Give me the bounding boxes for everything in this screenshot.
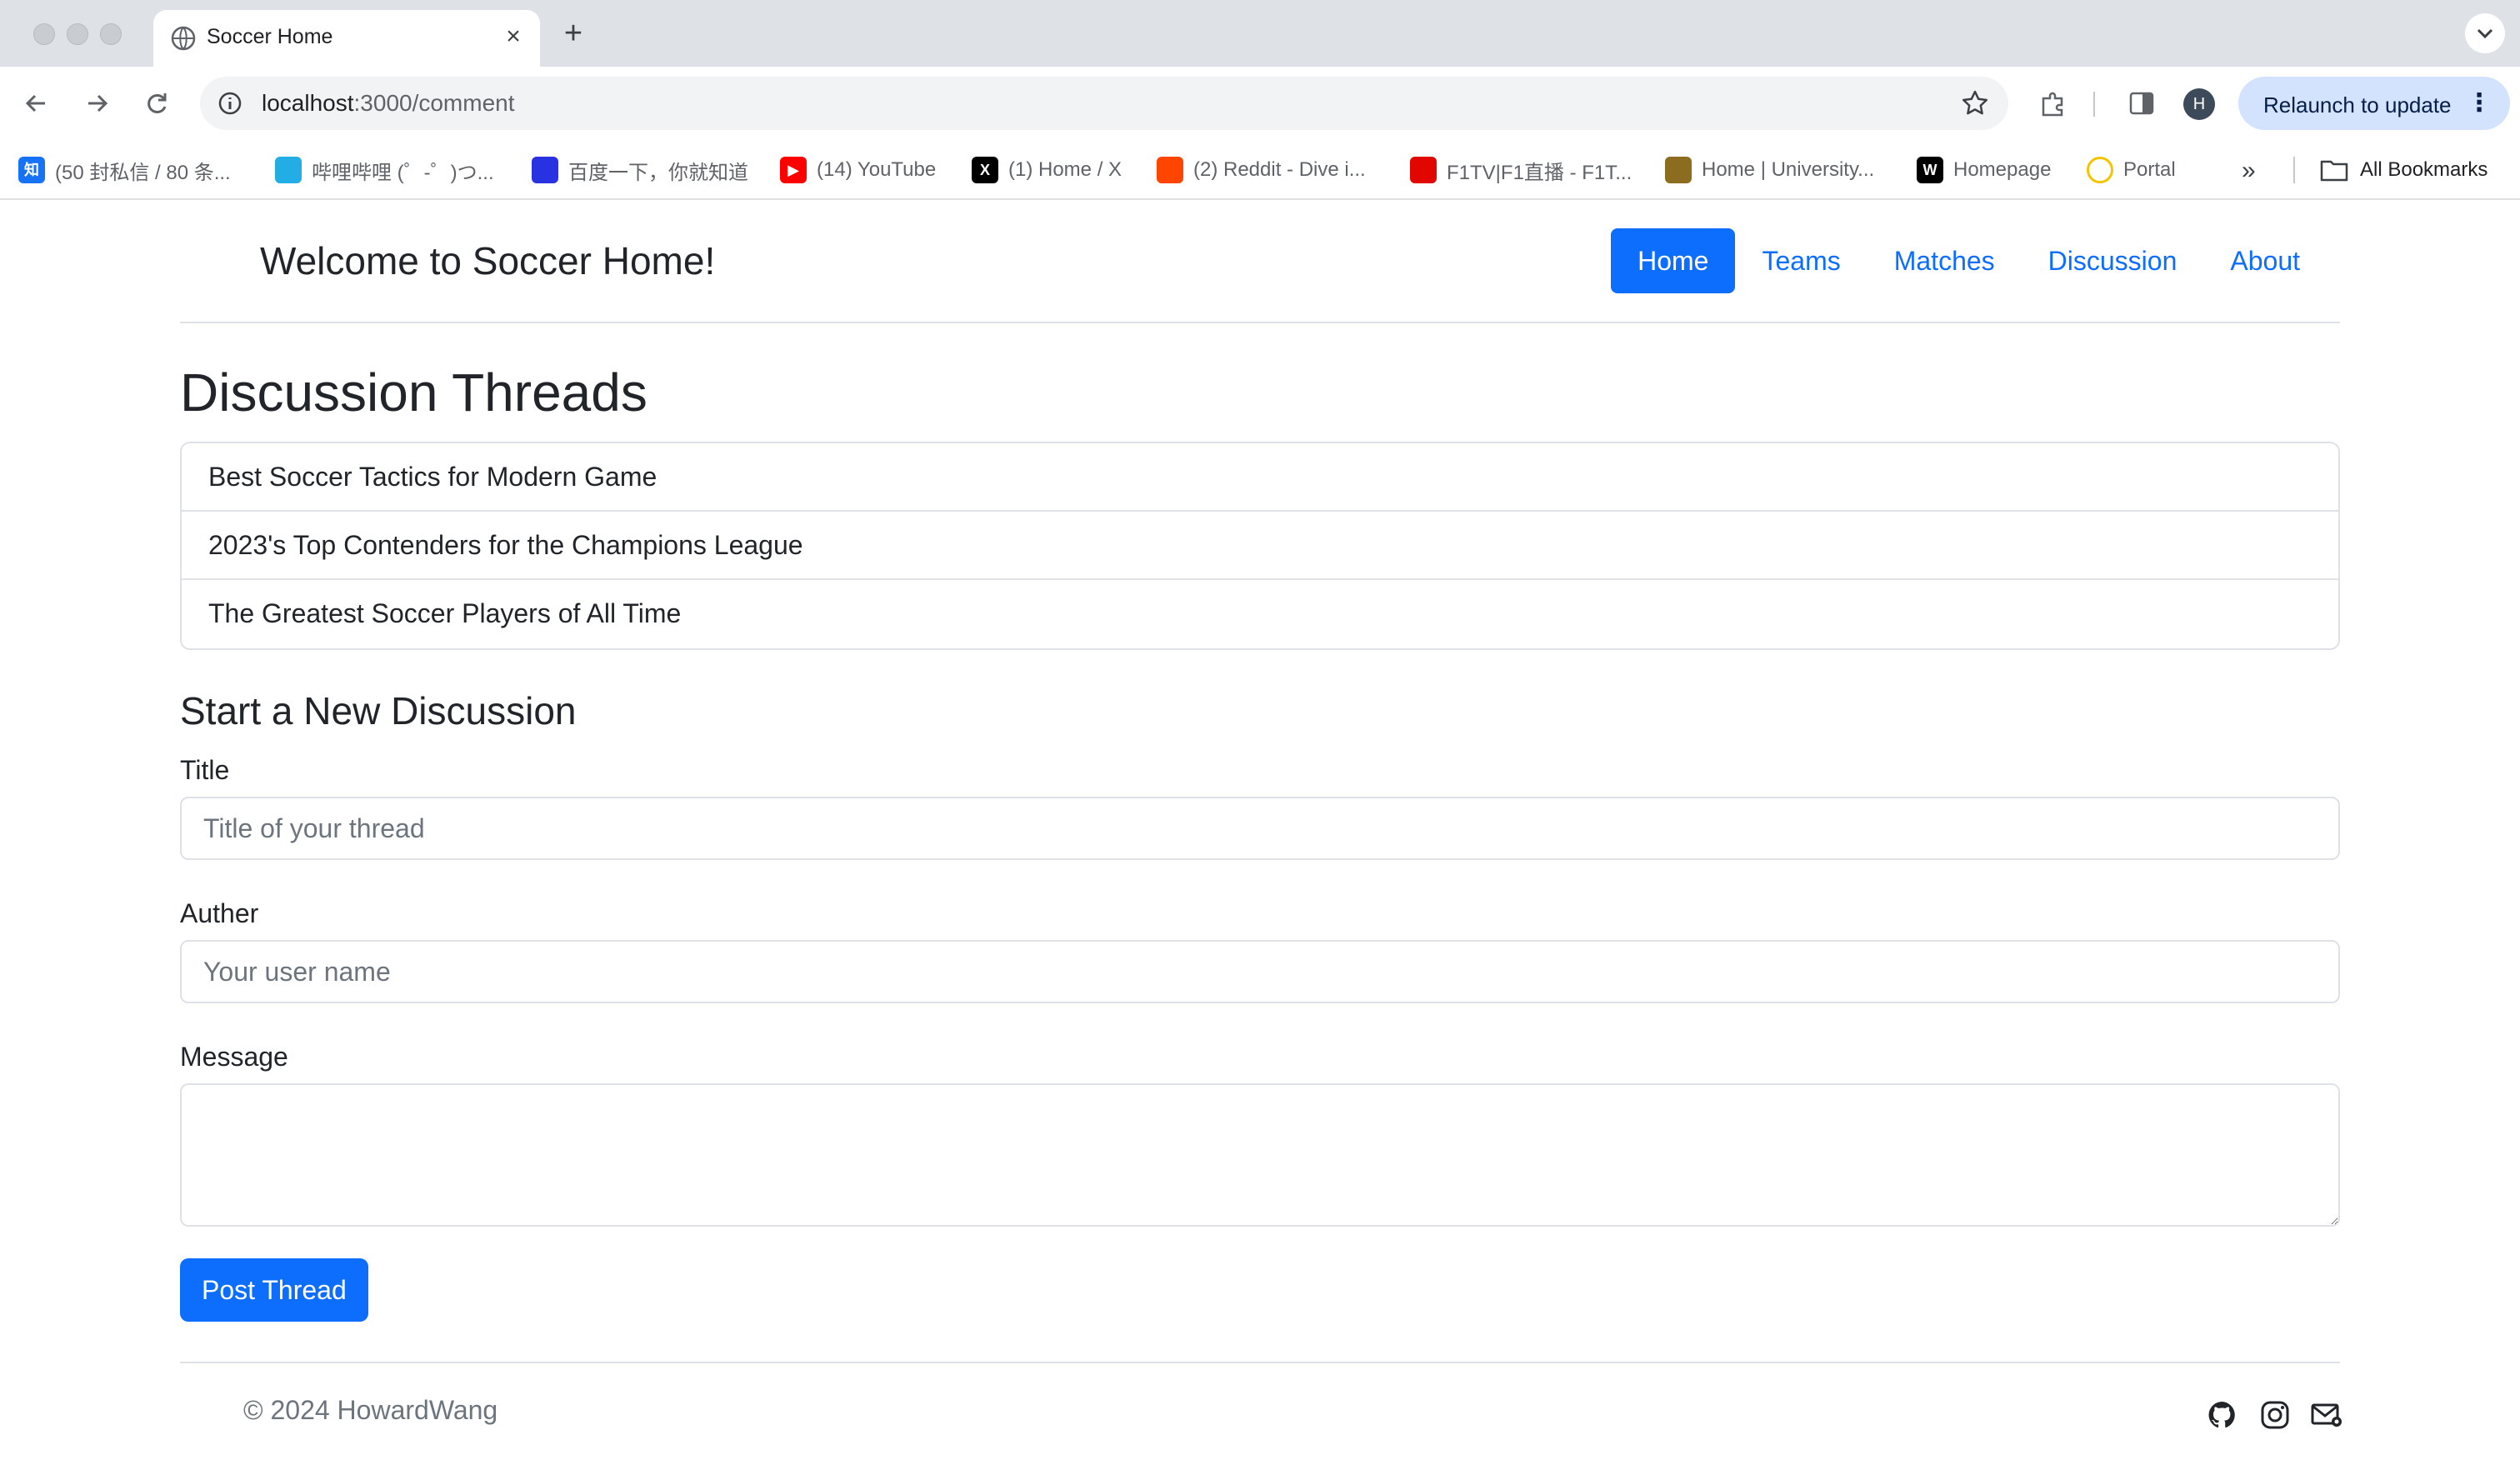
main-nav: Home Teams Matches Discussion About	[1611, 228, 2327, 293]
relaunch-button[interactable]: Relaunch to update ⋮	[2238, 77, 2510, 130]
toolbar-divider	[2093, 92, 2095, 117]
bilibili-icon	[275, 157, 302, 183]
relaunch-label: Relaunch to update	[2263, 92, 2452, 118]
portal-icon	[2087, 157, 2113, 183]
bookmark-item[interactable]: 知 (50 封私信 / 80 条...	[18, 153, 231, 187]
site-brand[interactable]: Welcome to Soccer Home!	[260, 238, 715, 283]
window-maximize-dot[interactable]	[100, 23, 122, 45]
baidu-icon	[532, 157, 558, 183]
nav-link-matches[interactable]: Matches	[1868, 228, 2022, 293]
bookmark-label: F1TV|F1直播 - F1T...	[1447, 161, 1632, 184]
nav-link-teams[interactable]: Teams	[1735, 228, 1867, 293]
bookmark-item[interactable]: F1TV|F1直播 - F1T...	[1410, 153, 1632, 187]
profile-avatar[interactable]: H	[2183, 88, 2215, 120]
bookmark-item[interactable]: Home | University...	[1665, 153, 1874, 187]
url-host: localhost	[262, 90, 354, 116]
active-tab[interactable]: Soccer Home ×	[153, 10, 540, 67]
bookmark-label: (2) Reddit - Dive i...	[1193, 158, 1366, 181]
post-thread-button[interactable]: Post Thread	[180, 1258, 368, 1322]
back-arrow-icon[interactable]	[18, 85, 55, 122]
bookmarks-bar: 知 (50 封私信 / 80 条... 哔哩哔哩 (゜-゜)つ... 百度一下，你就知…	[0, 140, 2520, 200]
bookmark-item[interactable]: ▶ (14) YouTube	[780, 153, 936, 187]
browser-toolbar: localhost:3000/comment H Relaunch to upd…	[0, 67, 2520, 140]
bookmarks-overflow-button[interactable]: »	[2242, 157, 2256, 185]
x-icon: X	[972, 157, 998, 183]
site-info-icon[interactable]	[217, 90, 243, 117]
nav-link-home[interactable]: Home	[1611, 228, 1736, 293]
bookmark-label: (1) Home / X	[1008, 158, 1122, 181]
bookmark-item[interactable]: Portal	[2087, 153, 2176, 187]
copyright-text: © 2024 HowardWang	[243, 1395, 498, 1425]
form-heading: Start a New Discussion	[180, 689, 577, 732]
more-menu-icon[interactable]: ⋮	[2467, 88, 2492, 118]
author-label: Auther	[180, 898, 259, 928]
university-icon	[1665, 157, 1692, 183]
thread-list: Best Soccer Tactics for Modern Game 2023'…	[180, 442, 2340, 650]
chevron-down-icon	[2477, 28, 2493, 39]
extensions-icon[interactable]	[2037, 87, 2070, 120]
tab-search-button[interactable]	[2465, 13, 2505, 53]
bookmark-item[interactable]: X (1) Home / X	[972, 153, 1122, 187]
all-bookmarks-button[interactable]: All Bookmarks	[2320, 153, 2488, 187]
bookmark-label: 百度一下，你就知道	[568, 161, 748, 184]
thread-item[interactable]: The Greatest Soccer Players of All Time	[182, 580, 2338, 648]
address-bar[interactable]: localhost:3000/comment	[200, 77, 2008, 130]
reddit-icon	[1157, 157, 1183, 183]
globe-icon	[171, 26, 196, 51]
zhihu-icon: 知	[18, 157, 45, 183]
instagram-icon[interactable]	[2258, 1398, 2292, 1432]
bookmark-label: Home | University...	[1702, 158, 1875, 181]
page-content: Welcome to Soccer Home! Home Teams Matches…	[0, 202, 2520, 1480]
bookmark-label: Homepage	[1953, 158, 2052, 181]
email-icon[interactable]	[2310, 1398, 2343, 1432]
message-label: Message	[180, 1042, 288, 1072]
bookmark-label: (50 封私信 / 80 条...	[55, 161, 231, 184]
nav-link-about[interactable]: About	[2203, 228, 2327, 293]
bookmark-star-icon[interactable]	[1960, 88, 1990, 118]
tab-title: Soccer Home	[207, 25, 333, 48]
bookmark-label: 哔哩哔哩 (゜-゜)つ...	[312, 161, 494, 184]
f1-icon	[1410, 157, 1437, 183]
url-text[interactable]: localhost:3000/comment	[262, 90, 515, 117]
tab-close-icon[interactable]: ×	[498, 22, 528, 52]
reload-icon[interactable]	[138, 85, 175, 122]
window-close-dot[interactable]	[33, 23, 55, 45]
new-tab-button[interactable]: +	[555, 15, 592, 52]
title-input[interactable]	[180, 797, 2340, 860]
bookmark-item[interactable]: W Homepage	[1917, 153, 2051, 187]
bookmarks-divider	[2293, 157, 2295, 183]
folder-icon	[2320, 160, 2348, 182]
browser-tab-strip: Soccer Home × +	[0, 0, 2520, 67]
site-header: Welcome to Soccer Home! Home Teams Matches…	[180, 202, 2340, 323]
github-icon[interactable]	[2205, 1398, 2238, 1432]
all-bookmarks-label: All Bookmarks	[2360, 158, 2488, 181]
thread-item[interactable]: Best Soccer Tactics for Modern Game	[182, 443, 2338, 512]
title-label: Title	[180, 755, 230, 785]
bookmark-item[interactable]: 哔哩哔哩 (゜-゜)つ...	[275, 153, 494, 187]
author-input[interactable]	[180, 940, 2340, 1003]
url-path: :3000/comment	[353, 90, 515, 116]
w-icon: W	[1917, 157, 1943, 183]
site-footer: © 2024 HowardWang	[180, 1362, 2343, 1462]
bookmark-item[interactable]: (2) Reddit - Dive i...	[1157, 153, 1366, 187]
forward-arrow-icon[interactable]	[78, 85, 115, 122]
side-panel-icon[interactable]	[2125, 87, 2158, 120]
thread-item[interactable]: 2023's Top Contenders for the Champions …	[182, 512, 2338, 580]
bookmark-label: Portal	[2123, 158, 2176, 181]
message-textarea[interactable]	[180, 1083, 2340, 1227]
page-title: Discussion Threads	[180, 362, 648, 422]
bookmark-item[interactable]: 百度一下，你就知道	[532, 153, 748, 187]
youtube-icon: ▶	[780, 157, 807, 183]
bookmark-label: (14) YouTube	[817, 158, 937, 181]
nav-link-discussion[interactable]: Discussion	[2022, 228, 2204, 293]
window-minimize-dot[interactable]	[67, 23, 88, 45]
